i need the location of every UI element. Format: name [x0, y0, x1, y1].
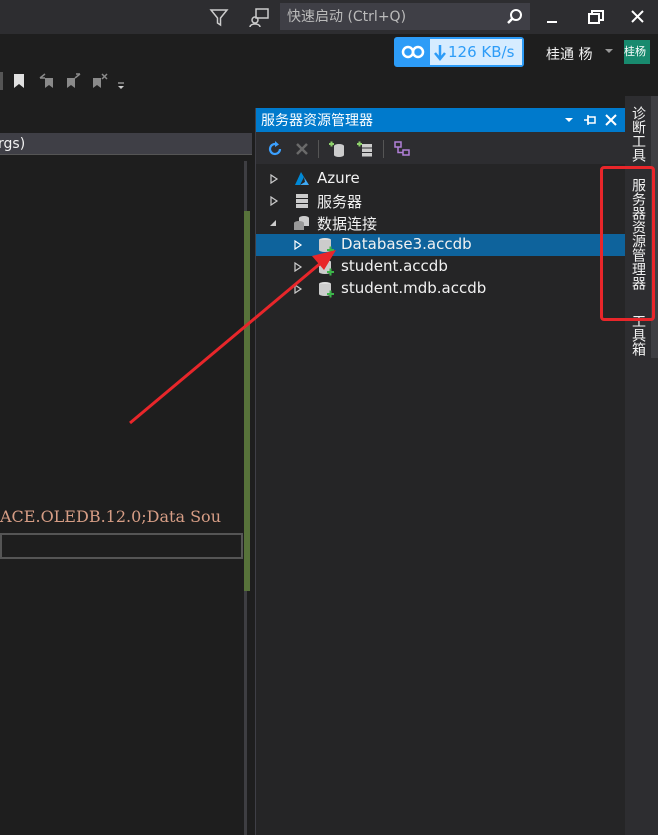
expand-arrow-icon[interactable]: [293, 240, 303, 250]
chevron-down-icon[interactable]: [604, 47, 614, 55]
collapse-arrow-icon[interactable]: [268, 218, 278, 228]
bookmark-icon[interactable]: [10, 72, 28, 90]
tree-node-label: Azure: [317, 169, 360, 187]
editor-member-dropdown[interactable]: rgs): [0, 133, 252, 155]
quick-launch-input[interactable]: [287, 6, 502, 27]
annotation-highlight-box: [600, 166, 655, 321]
previous-bookmark-icon[interactable]: [38, 72, 56, 90]
server-icon: [296, 194, 308, 208]
server-explorer-panel: 服务器资源管理器 Azure 服务器 数据连接 Database3.accdb …: [255, 108, 626, 835]
quick-launch-box[interactable]: [280, 3, 530, 30]
tree-node-label: Database3.accdb: [341, 235, 472, 253]
show-hierarchy-icon[interactable]: [393, 140, 411, 158]
title-bar: [0, 0, 658, 34]
tree-node-label: 数据连接: [317, 215, 378, 233]
tree-node-database3[interactable]: Database3.accdb: [256, 234, 626, 256]
clear-bookmarks-icon[interactable]: [90, 72, 108, 90]
expand-arrow-icon[interactable]: [293, 262, 303, 272]
minimize-button[interactable]: [540, 6, 564, 28]
editor-toolbar: [0, 66, 255, 96]
toolbar-overflow-icon[interactable]: [116, 72, 126, 90]
tree-node-student-mdb-accdb[interactable]: student.mdb.accdb: [256, 278, 626, 300]
tab-diagnostic-tools[interactable]: 诊断工具: [627, 106, 649, 170]
change-tracking-margin: [244, 211, 250, 591]
toolbar-separator: [383, 140, 384, 158]
close-button[interactable]: [626, 6, 650, 28]
tree-node-servers[interactable]: 服务器: [256, 190, 626, 212]
stop-refresh-icon[interactable]: [293, 140, 311, 158]
tree-node-label: student.accdb: [341, 257, 448, 275]
member-dropdown-text: rgs): [0, 136, 26, 152]
panel-header[interactable]: 服务器资源管理器: [256, 108, 626, 132]
search-icon[interactable]: [505, 7, 525, 27]
connect-to-database-icon[interactable]: [328, 140, 346, 158]
auto-hide-pin-icon[interactable]: [583, 113, 597, 127]
cloud-icon: [396, 39, 430, 65]
tab-toolbox[interactable]: 工具箱: [627, 314, 649, 362]
restore-button[interactable]: [584, 6, 608, 28]
window-position-icon[interactable]: [562, 113, 576, 127]
refresh-icon[interactable]: [266, 140, 284, 158]
code-highlight-box: [0, 533, 243, 559]
expand-arrow-icon[interactable]: [269, 174, 279, 184]
tree-node-data-connections[interactable]: 数据连接: [256, 212, 626, 234]
close-icon[interactable]: [604, 113, 618, 127]
toolbar-separator: [0, 72, 3, 90]
expand-arrow-icon[interactable]: [293, 284, 303, 294]
database-icon: [319, 238, 334, 254]
tree-node-label: 服务器: [317, 193, 363, 211]
server-explorer-toolbar: [256, 132, 626, 164]
database-icon: [319, 282, 334, 298]
account-name[interactable]: 桂通 杨: [546, 44, 592, 64]
azure-icon: [295, 172, 309, 185]
toolbar-separator: [318, 140, 319, 158]
expand-arrow-icon[interactable]: [269, 196, 279, 206]
data-connections-icon: [294, 216, 309, 230]
next-bookmark-icon[interactable]: [64, 72, 82, 90]
network-speed-badge[interactable]: 126 KB/s: [394, 37, 524, 67]
avatar[interactable]: 桂杨: [624, 40, 650, 64]
tree-node-azure[interactable]: Azure: [256, 168, 626, 190]
tree-node-student-accdb[interactable]: student.accdb: [256, 256, 626, 278]
code-line[interactable]: ACE.OLEDB.12.0;Data Sou: [0, 507, 246, 526]
tree-node-label: student.mdb.accdb: [341, 279, 487, 297]
panel-title: 服务器资源管理器: [261, 113, 373, 129]
filter-icon[interactable]: [208, 6, 230, 28]
connect-to-server-icon[interactable]: [356, 140, 374, 158]
code-editor[interactable]: rgs) ACE.OLEDB.12.0;Data Sou: [0, 96, 252, 835]
download-arrow-icon: [434, 45, 446, 61]
live-share-icon[interactable]: [248, 5, 272, 29]
database-icon: [319, 260, 334, 276]
